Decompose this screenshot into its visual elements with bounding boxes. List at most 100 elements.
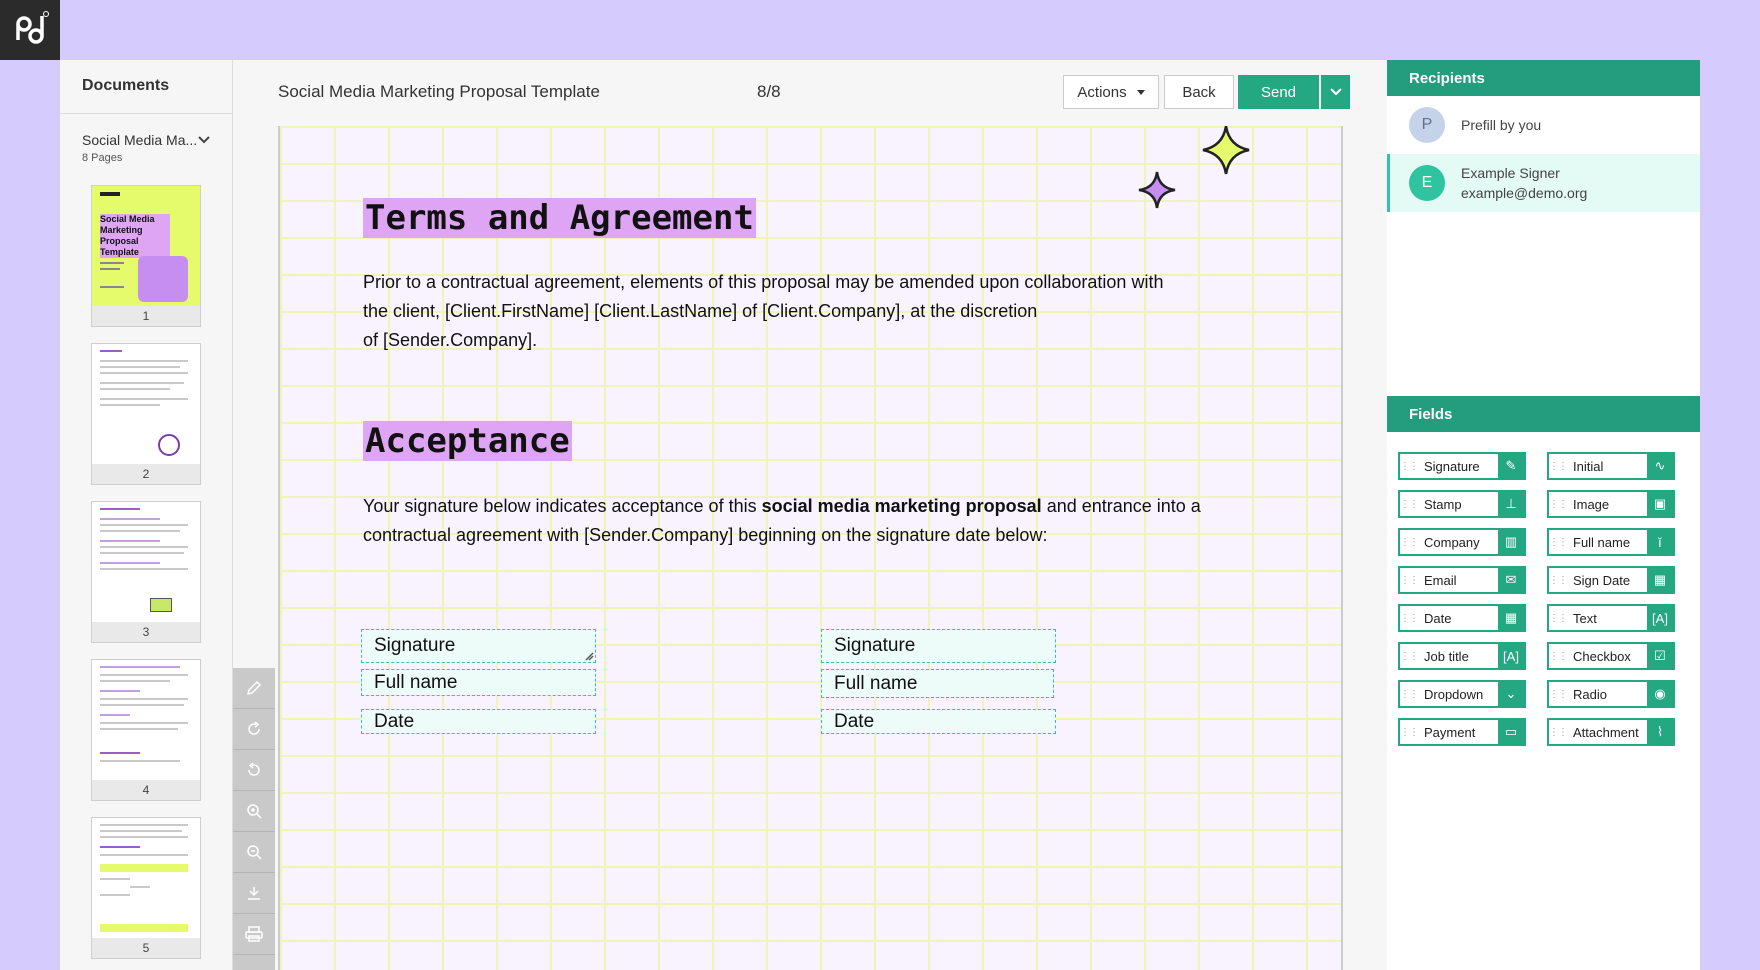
document-selector[interactable]: Social Media Ma... 8 Pages xyxy=(60,114,232,164)
field-initial[interactable]: ⋮⋮ Initial ∿ xyxy=(1547,452,1675,480)
text-line: the client, [Client.FirstName] [Client.L… xyxy=(363,301,1038,321)
resize-handle-icon[interactable] xyxy=(584,651,594,661)
undo-icon[interactable] xyxy=(233,750,275,791)
document-page-count: 8 Pages xyxy=(82,152,123,164)
dropdown-icon: ⌄ xyxy=(1498,682,1524,706)
fields-header: Fields xyxy=(1387,396,1700,432)
field-label: Dropdown xyxy=(1424,686,1484,702)
page-indicator: 8/8 xyxy=(757,82,781,101)
drag-handle-icon: ⋮⋮ xyxy=(1549,498,1568,510)
initial-icon: ∿ xyxy=(1647,454,1673,478)
field-company[interactable]: ⋮⋮ Company ▥ xyxy=(1398,528,1526,556)
drag-handle-icon: ⋮⋮ xyxy=(1400,650,1419,662)
page-thumbnail[interactable]: 2 xyxy=(91,343,201,485)
text-line: Prior to a contractual agreement, elemen… xyxy=(363,272,1164,292)
text-span: Your signature below indicates acceptanc… xyxy=(363,496,762,516)
pandadoc-logo[interactable] xyxy=(0,0,60,60)
text-line: Your signature below indicates acceptanc… xyxy=(363,492,1293,521)
recipient-item[interactable]: E Example Signer example@demo.org xyxy=(1387,154,1700,212)
drag-handle-icon: ⋮⋮ xyxy=(1549,726,1568,738)
paperclip-icon: ⌇ xyxy=(1647,720,1673,744)
page-thumbnail[interactable]: 4 xyxy=(91,659,201,801)
field-full-name[interactable]: ⋮⋮ Full name ǐ xyxy=(1547,528,1675,556)
bold-text: social media marketing proposal xyxy=(761,496,1042,516)
drag-handle-icon: ⋮⋮ xyxy=(1549,612,1568,624)
field-stamp[interactable]: ⋮⋮ Stamp ⊥ xyxy=(1398,490,1526,518)
field-label: Sign Date xyxy=(1573,572,1631,588)
recipient-email: example@demo.org xyxy=(1461,185,1588,201)
page-thumbnail[interactable]: 3 xyxy=(91,501,201,643)
page-thumbnail[interactable]: Social Media Marketing Proposal Template… xyxy=(91,185,201,327)
actions-button[interactable]: Actions xyxy=(1063,75,1159,109)
send-button[interactable]: Send xyxy=(1238,75,1319,109)
send-options-button[interactable] xyxy=(1321,75,1350,109)
drag-handle-icon: ⋮⋮ xyxy=(1400,726,1419,738)
field-text[interactable]: ⋮⋮ Text [A] xyxy=(1547,604,1675,632)
thumbnail-number: 1 xyxy=(92,306,200,326)
date-field[interactable]: Date xyxy=(821,709,1056,734)
date-field[interactable]: Date xyxy=(361,709,596,734)
field-job-title[interactable]: ⋮⋮ Job title [A] xyxy=(1398,642,1526,670)
document-toolbar: Social Media Marketing Proposal Template… xyxy=(233,60,1395,126)
field-label: Signature xyxy=(1424,458,1480,474)
field-attachment[interactable]: ⋮⋮ Attachment ⌇ xyxy=(1547,718,1675,746)
wallet-icon: ▭ xyxy=(1498,720,1524,744)
background-strip xyxy=(1700,60,1760,970)
text-icon: [A] xyxy=(1647,606,1673,630)
thumbnail-number: 2 xyxy=(92,464,200,484)
calendar-icon: ▦ xyxy=(1498,606,1524,630)
full-name-field[interactable]: Full name xyxy=(361,669,596,696)
drag-handle-icon: ⋮⋮ xyxy=(1549,536,1568,548)
signature-field[interactable]: Signature xyxy=(821,629,1056,663)
page-thumbnail[interactable]: 5 xyxy=(91,817,201,959)
drag-handle-icon: ⋮⋮ xyxy=(1400,688,1419,700)
document-page[interactable]: Terms and Agreement Prior to a contractu… xyxy=(278,126,1343,970)
caret-down-icon xyxy=(1136,89,1145,95)
thumbnail-number: 5 xyxy=(92,938,200,958)
drag-handle-icon: ⋮⋮ xyxy=(1549,650,1568,662)
recipient-name: Prefill by you xyxy=(1461,117,1542,133)
back-button[interactable]: Back xyxy=(1164,75,1234,109)
print-icon[interactable] xyxy=(233,914,275,955)
field-label: Date xyxy=(1424,610,1452,626)
person-icon: ǐ xyxy=(1647,530,1673,554)
field-dropdown[interactable]: ⋮⋮ Dropdown ⌄ xyxy=(1398,680,1526,708)
terms-heading: Terms and Agreement xyxy=(363,198,756,238)
chevron-down-icon xyxy=(198,136,210,144)
image-icon: ▣ xyxy=(1647,492,1673,516)
pencil-icon[interactable] xyxy=(233,668,275,709)
zoom-in-icon[interactable] xyxy=(233,791,275,832)
sparkle-icon xyxy=(1138,171,1176,209)
acceptance-heading: Acceptance xyxy=(363,421,572,461)
signature-field-label: Signature xyxy=(834,635,916,656)
field-label: Job title xyxy=(1424,648,1469,664)
drag-handle-icon: ⋮⋮ xyxy=(1400,498,1419,510)
field-sign-date[interactable]: ⋮⋮ Sign Date ▦ xyxy=(1547,566,1675,594)
field-checkbox[interactable]: ⋮⋮ Checkbox ☑ xyxy=(1547,642,1675,670)
selected-document-name: Social Media Ma... xyxy=(82,132,198,148)
field-label: Payment xyxy=(1424,724,1476,740)
redo-icon[interactable] xyxy=(233,709,275,750)
recipient-item[interactable]: P Prefill by you xyxy=(1387,96,1700,154)
field-signature[interactable]: ⋮⋮ Signature ✎ xyxy=(1398,452,1526,480)
field-image[interactable]: ⋮⋮ Image ▣ xyxy=(1547,490,1675,518)
full-name-field[interactable]: Full name xyxy=(821,669,1054,698)
signature-icon: ✎ xyxy=(1498,454,1524,478)
field-label: Company xyxy=(1424,534,1480,550)
field-email[interactable]: ⋮⋮ Email ✉ xyxy=(1398,566,1526,594)
field-label: Full name xyxy=(1573,534,1631,550)
signature-field[interactable]: Signature xyxy=(361,629,596,663)
email-icon: ✉ xyxy=(1498,568,1524,592)
download-icon[interactable] xyxy=(233,873,275,914)
drag-handle-icon: ⋮⋮ xyxy=(1400,536,1419,548)
document-tools xyxy=(233,668,275,970)
chevron-down-icon xyxy=(1329,88,1342,96)
field-radio[interactable]: ⋮⋮ Radio ◉ xyxy=(1547,680,1675,708)
field-date[interactable]: ⋮⋮ Date ▦ xyxy=(1398,604,1526,632)
terms-paragraph: Prior to a contractual agreement, elemen… xyxy=(363,268,1293,355)
full-name-field-label: Full name xyxy=(834,672,918,694)
field-payment[interactable]: ⋮⋮ Payment ▭ xyxy=(1398,718,1526,746)
zoom-out-icon[interactable] xyxy=(233,832,275,873)
documents-header: Documents xyxy=(60,60,232,114)
recipients-header: Recipients xyxy=(1387,60,1700,96)
